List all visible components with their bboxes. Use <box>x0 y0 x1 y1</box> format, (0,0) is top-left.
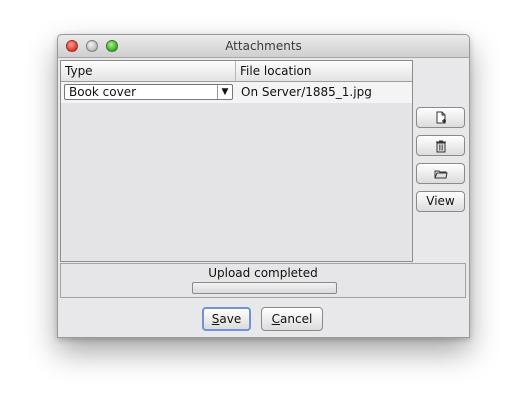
trash-icon <box>435 140 446 152</box>
delete-attachment-button[interactable] <box>416 135 465 156</box>
save-button[interactable]: Save <box>202 307 251 331</box>
new-document-icon <box>436 111 446 123</box>
title-bar: Attachments <box>58 35 469 58</box>
open-attachment-button[interactable] <box>416 163 465 184</box>
column-header-file-location[interactable]: File location <box>236 61 412 81</box>
view-button[interactable]: View <box>416 191 465 212</box>
attachments-window: Attachments Type File location Book cove… <box>57 34 470 338</box>
add-attachment-button[interactable] <box>416 107 465 128</box>
cancel-button-label: Cancel <box>271 312 313 326</box>
attachments-table[interactable]: Type File location Book cover ▼ On Serve… <box>60 60 413 262</box>
save-button-label: Save <box>211 312 242 326</box>
upload-status-panel: Upload completed <box>60 263 466 298</box>
table-row[interactable]: Book cover ▼ On Server/1885_1.jpg <box>61 82 412 103</box>
file-location-cell[interactable]: On Server/1885_1.jpg <box>241 82 372 103</box>
table-header: Type File location <box>61 61 412 82</box>
type-combobox[interactable]: Book cover ▼ <box>64 84 233 100</box>
folder-icon <box>433 170 448 178</box>
type-combobox-value: Book cover <box>69 85 137 99</box>
upload-status-text: Upload completed <box>208 266 318 280</box>
dropdown-arrow-icon[interactable]: ▼ <box>217 85 232 99</box>
column-header-type[interactable]: Type <box>61 61 236 81</box>
window-title: Attachments <box>225 39 302 53</box>
cancel-button[interactable]: Cancel <box>261 307 323 331</box>
upload-progress-bar <box>192 282 337 294</box>
